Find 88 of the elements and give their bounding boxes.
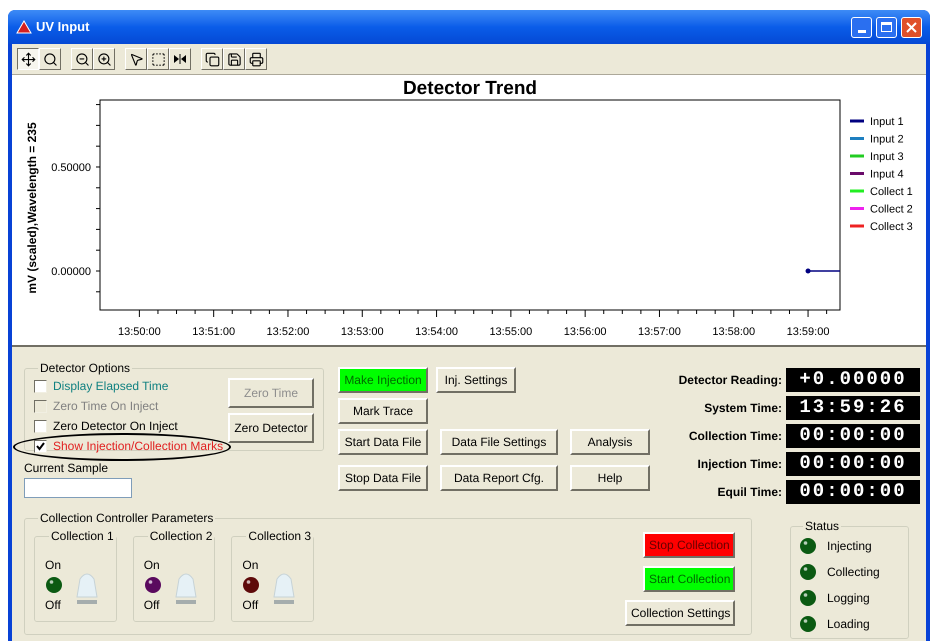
button[interactable]: Start Data File [338, 429, 428, 455]
toolbar-button[interactable] [17, 48, 39, 70]
data-line [808, 270, 840, 272]
x-tick-label: 13:55:00 [489, 326, 532, 338]
digital-display: 13:59:26 [786, 396, 920, 420]
copy-icon [204, 52, 220, 66]
chart-title: Detector Trend [402, 78, 538, 99]
close-button[interactable] [901, 16, 922, 38]
fit-arrows-icon [173, 54, 187, 64]
x-tick-label: 13:54:00 [415, 326, 458, 338]
reading-label: Equil Time: [718, 484, 782, 500]
colored-button[interactable]: Start Collection [643, 566, 735, 592]
x-tick-label: 13:50:00 [118, 326, 161, 338]
status-label: Loading [827, 616, 870, 633]
save-icon [226, 52, 242, 66]
maximize-button[interactable] [876, 16, 897, 38]
off-label: Off [144, 597, 160, 614]
group-title: Collection Controller Parameters [39, 510, 214, 527]
y-axis-label: mV (scaled),Wavelength = 235 [25, 122, 39, 294]
x-tick-label: 13:56:00 [564, 326, 607, 338]
window-title: UV Input [36, 18, 90, 36]
digital-display: 00:00:00 [786, 452, 920, 476]
status-label: Logging [827, 590, 870, 607]
input-field[interactable] [24, 478, 132, 498]
legend-label: Input 3 [870, 151, 904, 163]
digital-display: 00:00:00 [786, 480, 920, 504]
legend-label: Input 2 [870, 134, 904, 146]
status-label: Injecting [827, 538, 872, 555]
zoom-in-icon [96, 52, 112, 66]
group-title: Collection 2 [148, 528, 214, 545]
on-label: On [144, 557, 160, 574]
group-title: Detector Options [39, 360, 132, 377]
on-label: On [45, 557, 62, 574]
move-icon [20, 52, 36, 66]
button[interactable]: Stop Data File [338, 465, 428, 491]
checkbox[interactable] [34, 420, 47, 432]
y-tick-label: 0.00000 [51, 266, 91, 278]
search-icon [42, 52, 58, 66]
button[interactable]: Inj. Settings [436, 367, 516, 393]
x-tick-label: 13:57:00 [638, 326, 681, 338]
dashed-square-icon [150, 52, 166, 66]
checkbox-label: Zero Detector On Inject [53, 418, 178, 435]
printer-icon [248, 52, 264, 66]
pointer-icon [128, 52, 144, 66]
minimize-button[interactable] [851, 16, 872, 38]
checkbox[interactable] [34, 380, 47, 392]
button[interactable]: Data Report Cfg. [440, 465, 558, 491]
x-tick-label: 13:52:00 [266, 326, 310, 338]
reading-label: Detector Reading: [678, 372, 782, 388]
on-label: On [242, 557, 258, 574]
digital-display: +0.00000 [786, 368, 920, 392]
field-label: Current Sample [24, 460, 110, 477]
checkbox-label: Display Elapsed Time [53, 378, 168, 395]
button[interactable]: Collection Settings [625, 600, 735, 626]
reading-label: System Time: [704, 400, 782, 416]
reading-label: Collection Time: [688, 428, 782, 444]
group-title: Status [804, 518, 840, 535]
x-tick-label: 13:59:00 [786, 326, 830, 338]
check-icon [36, 442, 45, 450]
reading-label: Injection Time: [698, 456, 782, 472]
x-tick-label: 13:53:00 [340, 326, 384, 338]
checkbox[interactable] [34, 440, 47, 452]
x-tick-label: 13:51:00 [192, 326, 236, 338]
button[interactable]: Help [570, 465, 650, 491]
group-title: Collection 3 [247, 528, 312, 545]
legend-label: Collect 1 [870, 186, 913, 198]
checkbox-label: Zero Time On Inject [53, 398, 158, 415]
off-label: Off [242, 597, 258, 614]
button[interactable]: Zero Detector [228, 413, 314, 443]
data-point [806, 268, 811, 274]
legend-label: Collect 2 [870, 204, 913, 216]
digital-display: 00:00:00 [786, 424, 920, 448]
legend-label: Collect 3 [870, 221, 913, 233]
zoom-out-icon [74, 52, 90, 66]
close-icon [906, 22, 917, 32]
warning-triangle-icon [16, 20, 32, 34]
off-label: Off [45, 597, 61, 614]
button[interactable]: Analysis [570, 429, 650, 455]
status-label: Collecting [827, 564, 880, 581]
colored-button[interactable]: Make Injection [338, 367, 428, 393]
checkbox-label: Show Injection/Collection Marks [53, 438, 224, 455]
x-tick-label: 13:58:00 [712, 326, 756, 338]
legend-label: Input 1 [870, 116, 904, 128]
group-title: Collection 1 [50, 528, 115, 545]
legend-label: Input 4 [870, 168, 904, 180]
button[interactable]: Mark Trace [338, 398, 428, 424]
button[interactable]: Data File Settings [440, 429, 558, 455]
y-tick-label: 0.50000 [51, 162, 91, 174]
